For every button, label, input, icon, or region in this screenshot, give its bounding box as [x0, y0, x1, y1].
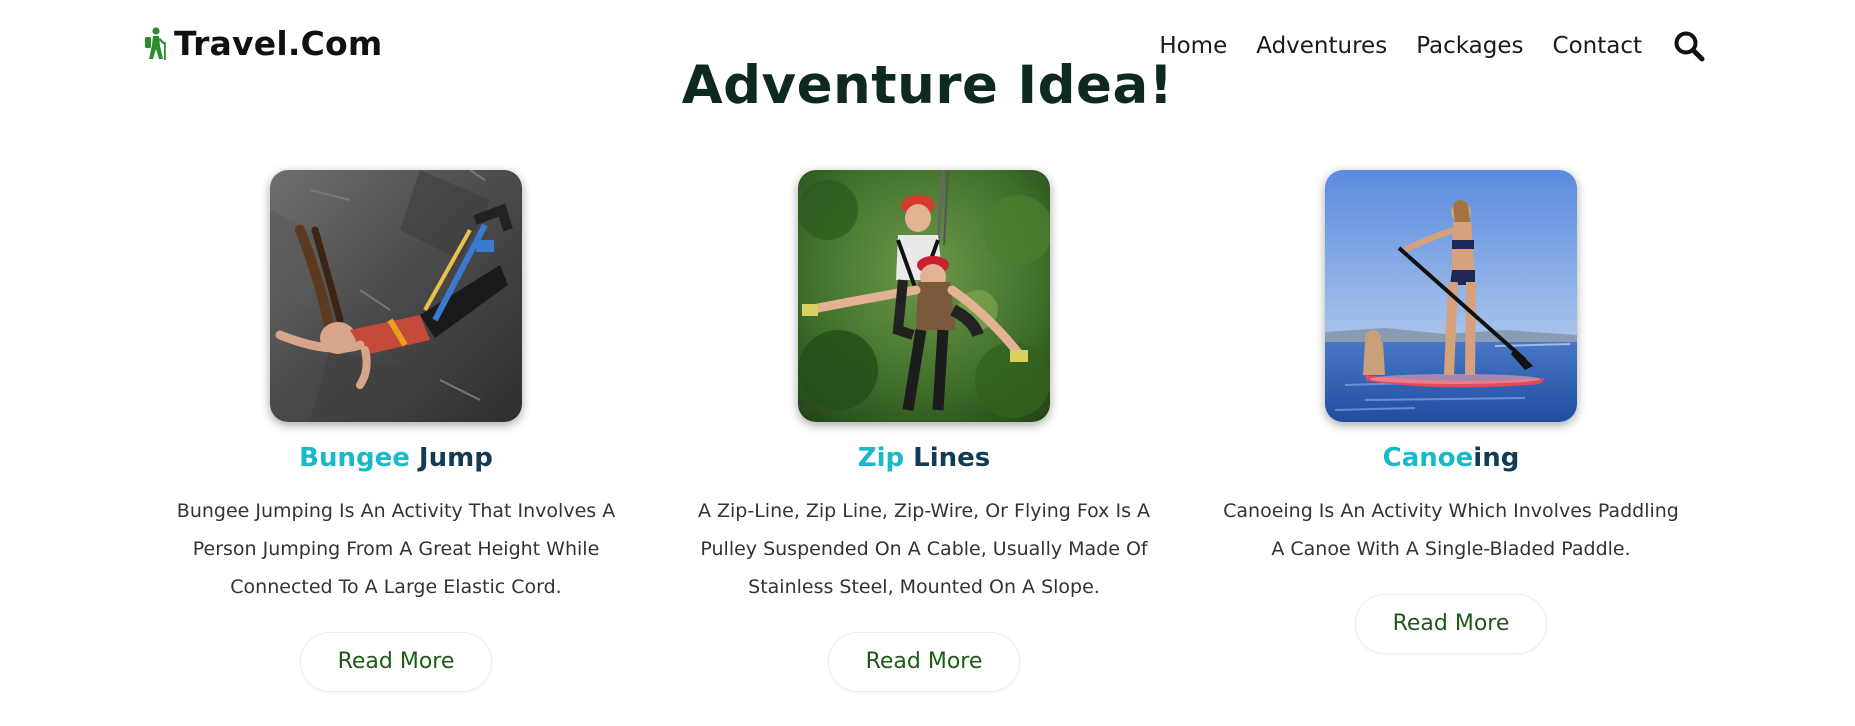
- card-title-accent: Zip: [857, 443, 905, 473]
- card-title: Canoeing: [1201, 442, 1701, 474]
- adventure-card-canoeing: Canoeing Canoeing Is An Activity Which I…: [1201, 170, 1701, 654]
- page-title: Adventure Idea!: [681, 55, 1174, 116]
- card-description: Bungee Jumping Is An Activity That Invol…: [176, 500, 616, 598]
- canoeing-photo: [1325, 170, 1577, 422]
- adventure-card-bungee: Bungee Jump Bungee Jumping Is An Activit…: [146, 170, 646, 692]
- card-title: Bungee Jump: [146, 442, 646, 474]
- card-title-rest: Jump: [409, 443, 493, 473]
- card-title: Zip Lines: [674, 442, 1174, 474]
- bungee-jump-photo: [270, 170, 522, 422]
- read-more-button[interactable]: Read More: [1355, 594, 1547, 654]
- card-title-accent: Canoe: [1382, 443, 1474, 473]
- adventure-card-zip-lines: Zip Lines A Zip-Line, Zip Line, Zip-Wire…: [674, 170, 1174, 692]
- read-more-button[interactable]: Read More: [300, 632, 492, 692]
- card-title-rest: Lines: [904, 443, 991, 473]
- zip-line-photo: [798, 170, 1050, 422]
- card-description: Canoeing Is An Activity Which Involves P…: [1223, 500, 1679, 560]
- card-title-accent: Bungee: [299, 443, 410, 473]
- card-title-rest: ing: [1473, 443, 1520, 473]
- card-description: A Zip-Line, Zip Line, Zip-Wire, Or Flyin…: [697, 500, 1151, 598]
- read-more-button[interactable]: Read More: [828, 632, 1020, 692]
